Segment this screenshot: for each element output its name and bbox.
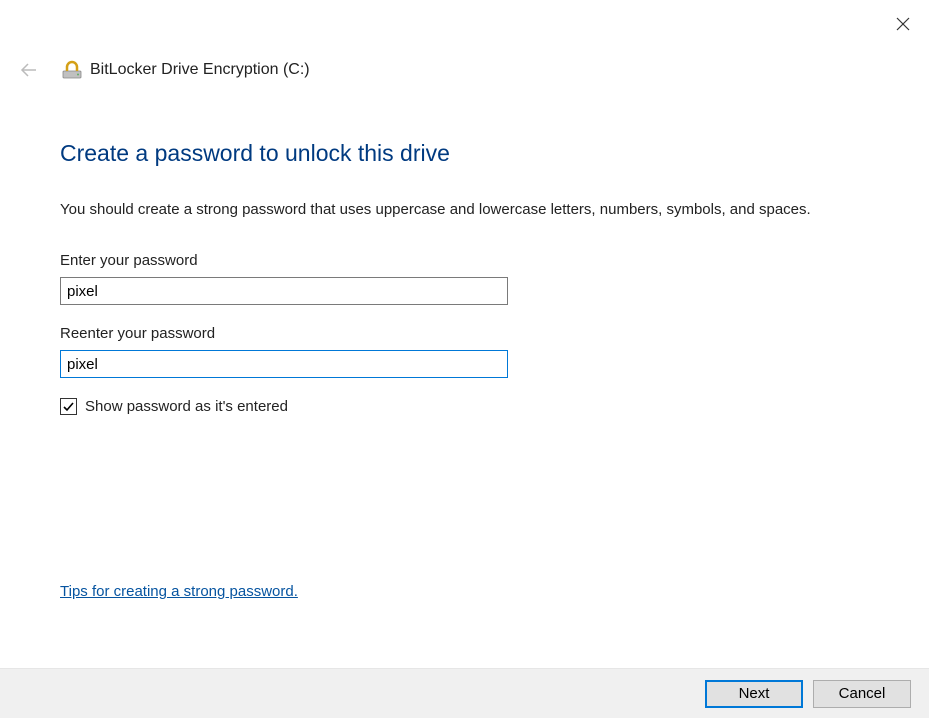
reenter-password-input[interactable] — [60, 350, 508, 378]
wizard-title: BitLocker Drive Encryption (C:) — [90, 61, 310, 79]
show-password-checkbox[interactable] — [60, 398, 77, 415]
cancel-button[interactable]: Cancel — [813, 680, 911, 708]
enter-password-label: Enter your password — [60, 252, 869, 269]
reenter-password-label: Reenter your password — [60, 325, 869, 342]
tips-link[interactable]: Tips for creating a strong password. — [60, 583, 298, 600]
instructions-text: You should create a strong password that… — [60, 199, 869, 220]
show-password-label: Show password as it's entered — [85, 398, 288, 415]
wizard-footer: Next Cancel — [0, 668, 929, 718]
page-heading: Create a password to unlock this drive — [60, 140, 869, 167]
back-arrow-icon — [18, 59, 40, 81]
enter-password-input[interactable] — [60, 277, 508, 305]
next-button[interactable]: Next — [705, 680, 803, 708]
close-button[interactable] — [893, 14, 913, 34]
bitlocker-drive-icon — [60, 58, 84, 82]
wizard-header: BitLocker Drive Encryption (C:) — [0, 0, 929, 82]
